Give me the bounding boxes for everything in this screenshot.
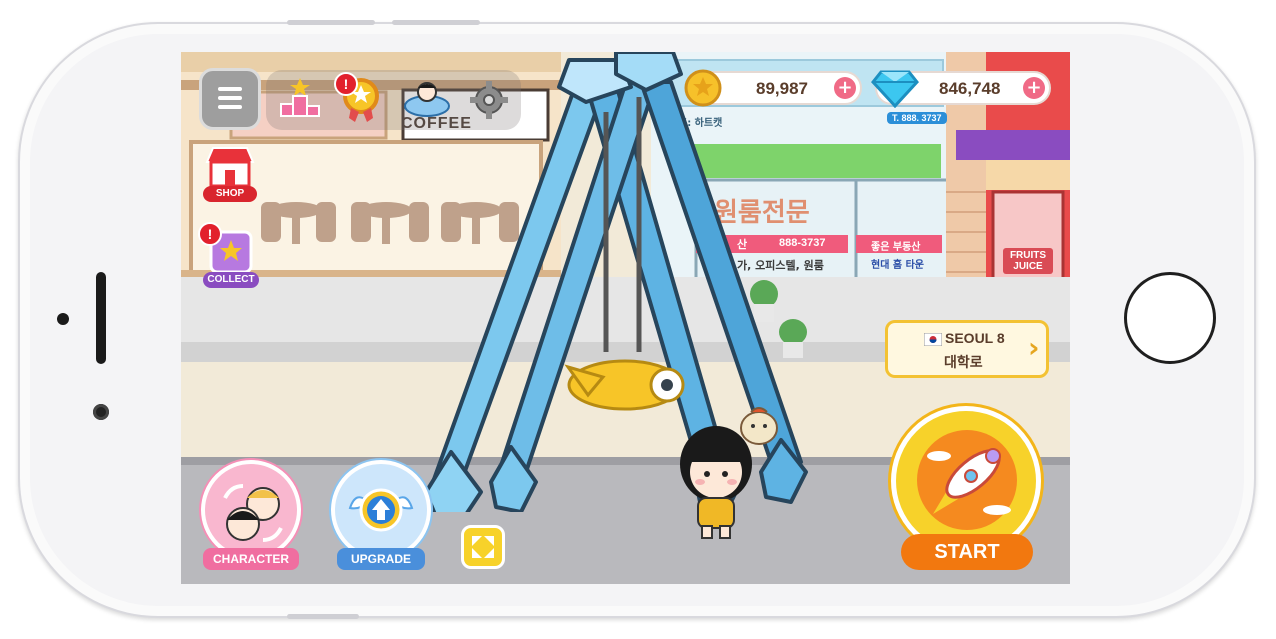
- ranking-podium-icon[interactable]: [279, 76, 321, 120]
- phone-side-button: [287, 614, 359, 619]
- phone-number-tag: T. 888. 3737: [887, 112, 947, 124]
- menu-icon-bar: [218, 105, 242, 109]
- airplane-mail-icon[interactable]: [403, 78, 451, 120]
- juice-sign-line1: FRUITS: [1009, 250, 1047, 261]
- fullscreen-button[interactable]: [461, 525, 505, 569]
- add-gems-button[interactable]: +: [1023, 77, 1045, 99]
- menu-icon-bar: [218, 96, 242, 100]
- phone-volume-button: [287, 20, 375, 25]
- location-district: 대학로: [944, 355, 983, 371]
- add-coins-button[interactable]: +: [834, 77, 856, 99]
- menu-icon: [218, 87, 242, 91]
- achievement-alert-badge: !: [334, 72, 358, 96]
- settings-gear-icon[interactable]: [469, 80, 509, 120]
- phone-volume-button: [392, 20, 480, 25]
- location-panel[interactable]: SEOUL 8 대학로 ›: [885, 320, 1049, 378]
- shop-label: SHOP: [203, 186, 257, 202]
- airplane-seat: [564, 359, 685, 411]
- chick-pet: [740, 407, 778, 445]
- collect-label: COLLECT: [203, 272, 259, 288]
- phone-sensor: [57, 313, 69, 325]
- diamond-gem-icon: [871, 70, 919, 108]
- phone-speaker: [96, 272, 106, 364]
- realty-sub: 현대 홈 타운: [871, 260, 924, 271]
- location-city: SEOUL 8: [945, 330, 1005, 346]
- shop-button[interactable]: SHOP: [203, 144, 257, 206]
- upgrade-label: UPGRADE: [337, 548, 425, 570]
- juice-sign: FRUITS JUICE: [1003, 248, 1053, 274]
- chevron-right-icon: ›: [1028, 331, 1040, 364]
- gem-amount: 846,748: [939, 79, 1001, 98]
- winged-arrow-up-icon: [348, 488, 414, 532]
- rocket-icon: [917, 430, 1017, 530]
- menu-button[interactable]: [199, 68, 261, 130]
- home-button[interactable]: [1124, 272, 1216, 364]
- realty-name: 좋은 부동산: [871, 242, 921, 253]
- start-button[interactable]: START: [887, 404, 1047, 574]
- game-screen: COFFEE 표: 하트캣 T. 888. 3737 원룸전문 산 888-37…: [181, 52, 1070, 584]
- phone-camera: [93, 404, 109, 420]
- coin-icon: [684, 69, 722, 107]
- korea-flag-icon: [924, 333, 942, 346]
- coin-amount: 89,987: [756, 79, 808, 98]
- shop-storefront-icon: [205, 147, 255, 188]
- character-button[interactable]: CHARACTER: [197, 460, 305, 572]
- expand-arrows-icon: [472, 536, 494, 558]
- character-label: CHARACTER: [203, 548, 299, 570]
- upgrade-button[interactable]: UPGRADE: [329, 460, 433, 572]
- collect-alert-badge: !: [198, 222, 222, 246]
- character-swap-icon: [223, 484, 283, 542]
- juice-sign-line2: JUICE: [1013, 261, 1043, 272]
- start-label: START: [901, 534, 1033, 570]
